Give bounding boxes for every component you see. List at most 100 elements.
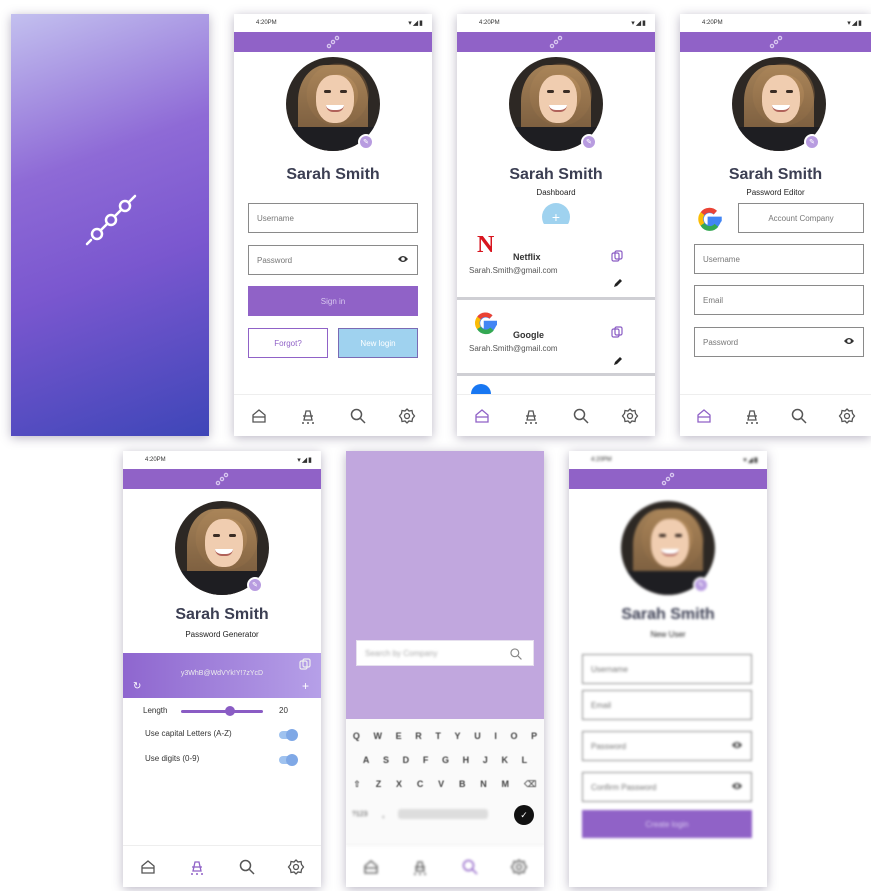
settings-icon[interactable]: [621, 407, 639, 425]
home-icon[interactable]: [139, 858, 157, 876]
search-icon[interactable]: [509, 647, 523, 661]
keyboard-key[interactable]: X: [396, 779, 402, 790]
status-time: 4:20PM: [591, 457, 612, 463]
home-icon[interactable]: [362, 858, 380, 876]
home-icon[interactable]: [695, 407, 713, 425]
keyboard-key[interactable]: O: [511, 731, 518, 741]
keyboard-key[interactable]: Q: [353, 731, 360, 741]
show-password-icon[interactable]: [397, 254, 409, 264]
search-icon[interactable]: [572, 407, 590, 425]
numbers-key[interactable]: ?123: [352, 811, 368, 818]
length-slider-thumb[interactable]: [225, 706, 236, 716]
email-field[interactable]: Email: [694, 285, 864, 315]
keyboard-key[interactable]: Z: [376, 779, 382, 790]
keyboard-key[interactable]: R: [415, 731, 422, 741]
keyboard-key[interactable]: I: [494, 731, 497, 741]
keyboard-key[interactable]: H: [463, 755, 470, 765]
entry-card-netflix[interactable]: N Netflix Sarah.Smith@gmail.com: [457, 224, 655, 300]
keyboard-key[interactable]: ⌫: [524, 779, 537, 790]
spacebar[interactable]: [398, 809, 488, 819]
keyboard-key[interactable]: E: [396, 731, 402, 741]
password-field[interactable]: Password: [248, 245, 418, 275]
username-field[interactable]: Username: [582, 654, 752, 684]
create-login-button[interactable]: Create login: [582, 810, 752, 838]
edit-avatar-icon[interactable]: ✎: [358, 134, 374, 150]
keyboard-row-1[interactable]: QWERTYUIOP: [346, 731, 544, 741]
settings-icon[interactable]: [510, 858, 528, 876]
keyboard-key[interactable]: W: [373, 731, 382, 741]
length-label: Length: [143, 706, 168, 715]
page-subtitle: Password Generator: [185, 630, 259, 639]
digits-toggle[interactable]: [279, 754, 298, 766]
status-bar: 4:20PM ▾◢▮: [569, 451, 767, 469]
settings-icon[interactable]: [838, 407, 856, 425]
add-icon[interactable]: +: [302, 679, 309, 693]
keyboard-key[interactable]: U: [474, 731, 481, 741]
keyboard-key[interactable]: S: [383, 755, 389, 765]
status-icons: ▾◢▮: [297, 457, 313, 464]
keyboard-key[interactable]: T: [435, 731, 441, 741]
capital-letters-toggle[interactable]: [279, 729, 298, 741]
copy-icon[interactable]: [611, 250, 623, 262]
copy-icon[interactable]: [299, 658, 311, 670]
keyboard-key[interactable]: M: [502, 779, 510, 790]
keyboard-key[interactable]: ⇧: [353, 779, 361, 790]
username-field[interactable]: Username: [694, 244, 864, 274]
keyboard-row-3[interactable]: ⇧ Z X C V B N M ⌫: [346, 779, 544, 790]
edit-avatar-icon[interactable]: ✎: [693, 577, 709, 593]
search-icon[interactable]: [790, 407, 808, 425]
username-field[interactable]: Username: [248, 203, 418, 233]
keyboard-key[interactable]: P: [531, 731, 537, 741]
google-logo-icon[interactable]: [694, 203, 726, 235]
keyboard-key[interactable]: J: [483, 755, 488, 765]
show-password-icon[interactable]: [843, 336, 855, 346]
confirm-password-field[interactable]: Confirm Password: [582, 772, 752, 802]
keyboard-key[interactable]: B: [459, 779, 466, 790]
keyboard-key[interactable]: F: [423, 755, 429, 765]
forgot-button[interactable]: Forgot?: [248, 328, 328, 358]
keyboard-key[interactable]: Y: [455, 731, 461, 741]
edit-avatar-icon[interactable]: ✎: [247, 577, 263, 593]
keyboard-key[interactable]: G: [442, 755, 449, 765]
account-company-field[interactable]: Account Company: [738, 203, 864, 233]
length-slider[interactable]: [181, 710, 263, 713]
edit-icon[interactable]: [613, 356, 623, 366]
keys-icon[interactable]: [188, 858, 206, 876]
keyboard-key[interactable]: L: [522, 755, 528, 765]
settings-icon[interactable]: [398, 407, 416, 425]
edit-avatar-icon[interactable]: ✎: [581, 134, 597, 150]
settings-icon[interactable]: [287, 858, 305, 876]
keyboard-key[interactable]: D: [403, 755, 410, 765]
keyboard-key[interactable]: C: [417, 779, 424, 790]
entry-card-google[interactable]: Google Sarah.Smith@gmail.com: [457, 300, 655, 376]
sign-in-button[interactable]: Sign in: [248, 286, 418, 316]
show-password-icon[interactable]: [731, 740, 743, 750]
password-field[interactable]: Password: [582, 731, 752, 761]
search-icon[interactable]: [349, 407, 367, 425]
email-field[interactable]: Email: [582, 690, 752, 720]
refresh-icon[interactable]: ↻: [133, 681, 141, 692]
keyboard-key[interactable]: A: [363, 755, 370, 765]
new-login-button[interactable]: New login: [338, 328, 418, 358]
home-icon[interactable]: [473, 407, 491, 425]
edit-icon[interactable]: [613, 278, 623, 288]
enter-key-icon[interactable]: ✓: [514, 805, 534, 825]
home-icon[interactable]: [250, 407, 268, 425]
copy-icon[interactable]: [611, 326, 623, 338]
search-input[interactable]: Search by Company: [356, 640, 534, 666]
comma-key[interactable]: ,: [382, 809, 385, 819]
keys-icon[interactable]: [743, 407, 761, 425]
keyboard-row-2[interactable]: ASDFGHJKL: [346, 755, 544, 765]
search-icon[interactable]: [461, 858, 479, 876]
show-confirm-password-icon[interactable]: [731, 781, 743, 791]
generated-password[interactable]: y3WhB@WdVYk!Y!7zYcD: [123, 670, 321, 677]
keyboard-key[interactable]: V: [438, 779, 444, 790]
keys-icon[interactable]: [299, 407, 317, 425]
keys-icon[interactable]: [522, 407, 540, 425]
search-icon[interactable]: [238, 858, 256, 876]
edit-avatar-icon[interactable]: ✎: [804, 134, 820, 150]
password-field[interactable]: Password: [694, 327, 864, 357]
keyboard-key[interactable]: N: [480, 779, 487, 790]
keyboard-key[interactable]: K: [501, 755, 508, 765]
keys-icon[interactable]: [411, 858, 429, 876]
